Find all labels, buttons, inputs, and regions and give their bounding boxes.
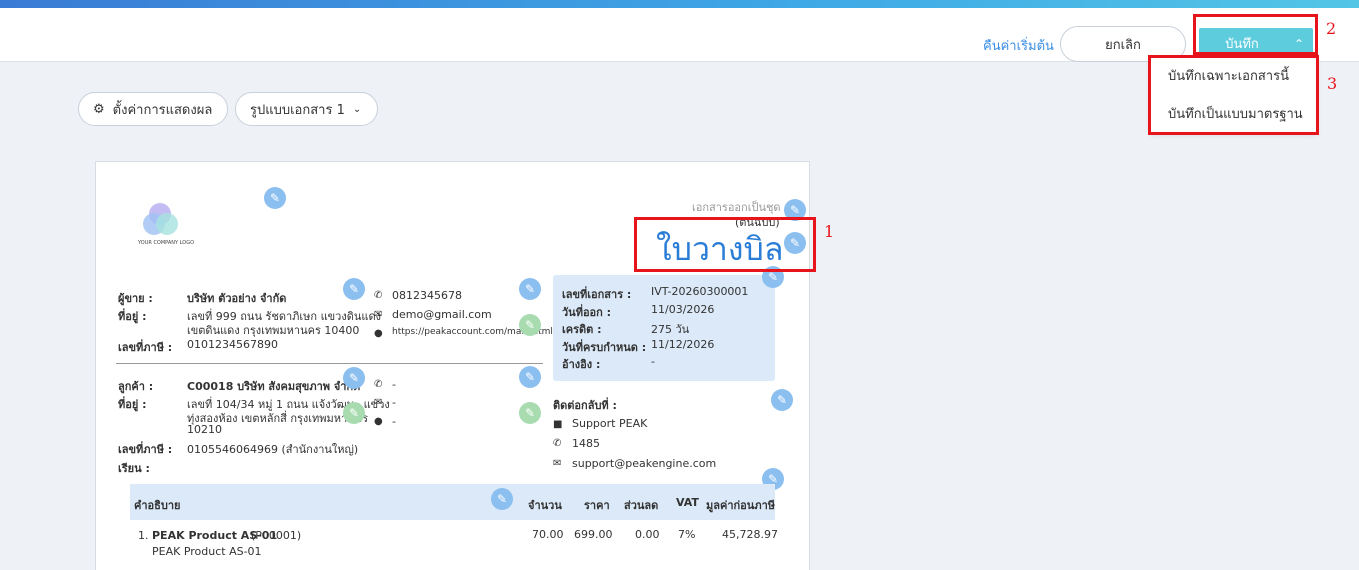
gear-icon: ⚙	[93, 101, 105, 117]
col-discount: ส่วนลด	[624, 499, 659, 512]
col-description: คำอธิบาย	[134, 499, 181, 512]
edit-customer-extra-icon[interactable]: ✎	[343, 402, 365, 424]
row-product-subname: PEAK Product AS-01	[152, 545, 262, 558]
annotation-2: 2	[1326, 19, 1337, 38]
row-price: 699.00	[574, 528, 613, 541]
edit-contact-icon[interactable]: ✎	[771, 389, 793, 411]
save-button[interactable]: บันทึก ⌃	[1199, 28, 1313, 59]
document-title: ใบวางบิล	[656, 230, 784, 268]
document-preview: YOUR COMPANY LOGO ✎ เอกสารออกเป็นชุด (ต้…	[95, 161, 810, 570]
due-date-label: วันที่ครบกำหนด :	[562, 341, 647, 354]
issue-date-label: วันที่ออก :	[562, 306, 612, 319]
phone-icon: ✆	[553, 438, 562, 449]
save-button-label[interactable]: บันทึก	[1199, 33, 1285, 54]
reference-label: อ้างอิง :	[562, 358, 601, 371]
edit-seller-icon[interactable]: ✎	[343, 278, 365, 300]
seller-phone: 0812345678	[392, 289, 462, 302]
customer-website: -	[392, 415, 396, 428]
credit-value: 275 วัน	[651, 323, 690, 336]
email-icon: ✉	[374, 309, 383, 320]
edit-title-icon[interactable]: ✎	[784, 232, 806, 254]
top-accent-bar	[0, 0, 1359, 8]
annotation-1: 1	[824, 222, 835, 241]
reset-default-link[interactable]: คืนค่าเริ่มต้น	[983, 35, 1054, 56]
contact-phone: 1485	[572, 437, 600, 450]
doc-no: IVT-20260300001	[651, 285, 749, 298]
doc-no-label: เลขที่เอกสาร :	[562, 288, 632, 301]
edit-seller-extra-icon[interactable]: ✎	[519, 314, 541, 336]
phone-icon: ✆	[374, 379, 383, 390]
customer-address-line3: 10210	[187, 423, 222, 436]
seller-name: บริษัท ตัวอย่าง จำกัด	[187, 292, 287, 305]
user-icon: ■	[553, 419, 563, 430]
issue-date: 11/03/2026	[651, 303, 715, 316]
customer-phone: -	[392, 378, 396, 391]
edit-copy-settings-icon[interactable]: ✎	[784, 199, 806, 221]
edit-seller-contact-icon[interactable]: ✎	[519, 278, 541, 300]
menu-item-save-as-default[interactable]: บันทึกเป็นแบบมาตรฐาน	[1151, 95, 1316, 131]
edit-logo-icon[interactable]: ✎	[264, 187, 286, 209]
seller-email: demo@gmail.com	[392, 308, 492, 321]
row-discount: 0.00	[635, 528, 660, 541]
template-label: รูปแบบเอกสาร 1	[250, 102, 345, 118]
seller-label: ผู้ขาย :	[118, 292, 153, 305]
menu-item-save-this-document[interactable]: บันทึกเฉพาะเอกสารนี้	[1151, 57, 1316, 93]
seller-tax-id: 0101234567890	[187, 338, 278, 351]
customer-label: ลูกค้า :	[118, 380, 154, 393]
save-dropdown-menu: บันทึกเฉพาะเอกสารนี้ บันทึกเป็นแบบมาตรฐา…	[1151, 57, 1316, 132]
chevron-up-icon[interactable]: ⌃	[1285, 37, 1313, 51]
col-amount: มูลค่าก่อนภาษี	[706, 499, 775, 512]
customer-address-label: ที่อยู่ :	[118, 398, 147, 411]
contact-name: Support PEAK	[572, 417, 648, 430]
customer-tax-label: เลขที่ภาษี :	[118, 443, 173, 456]
edit-info-icon[interactable]: ✎	[762, 266, 784, 288]
display-settings-label: ตั้งค่าการแสดงผล	[112, 102, 213, 118]
customer-name: C00018 บริษัท สังคมสุขภาพ จำกัด	[187, 380, 361, 393]
customer-email: -	[392, 396, 396, 409]
seller-tax-label: เลขที่ภาษี :	[118, 341, 173, 354]
row-amount: 45,728.97	[722, 528, 778, 541]
annotation-3: 3	[1327, 74, 1338, 93]
row-quantity: 70.00	[532, 528, 564, 541]
customer-tax-id: 0105546064969 (สำนักงานใหญ่)	[187, 443, 359, 456]
row-number: 1.	[138, 529, 149, 542]
col-vat: VAT	[676, 496, 699, 509]
logo-text: YOUR COMPANY LOGO	[138, 240, 195, 246]
credit-label: เครดิต :	[562, 323, 602, 336]
reference-value: -	[651, 355, 655, 368]
template-select[interactable]: รูปแบบเอกสาร 1 ⌄	[235, 92, 378, 126]
email-icon: ✉	[374, 397, 383, 408]
email-icon: ✉	[553, 458, 562, 469]
edit-customer-contact-icon[interactable]: ✎	[519, 366, 541, 388]
top-action-bar: คืนค่าเริ่มต้น ยกเลิก บันทึก ⌃	[0, 8, 1359, 62]
globe-icon: ●	[374, 328, 383, 339]
display-settings-button[interactable]: ⚙ ตั้งค่าการแสดงผล	[78, 92, 228, 126]
contact-label: ติดต่อกลับที่ :	[553, 399, 617, 412]
phone-icon: ✆	[374, 290, 383, 301]
globe-icon: ●	[374, 416, 383, 427]
company-logo: YOUR COMPANY LOGO	[136, 200, 196, 250]
due-date: 11/12/2026	[651, 338, 715, 351]
seller-address-line2: เขตดินแดง กรุงเทพมหานคร 10400	[187, 324, 360, 337]
section-divider	[116, 363, 543, 364]
row-product-code: (P00001)	[251, 529, 302, 542]
edit-customer-icon[interactable]: ✎	[343, 367, 365, 389]
customer-attention-label: เรียน :	[118, 462, 150, 475]
row-vat: 7%	[678, 528, 696, 541]
chevron-down-icon: ⌄	[352, 103, 362, 115]
seller-address-label: ที่อยู่ :	[118, 310, 147, 323]
edit-table-icon[interactable]: ✎	[491, 488, 513, 510]
edit-customer-contact-extra-icon[interactable]: ✎	[519, 402, 541, 424]
col-price: ราคา	[584, 499, 610, 512]
col-quantity: จำนวน	[528, 499, 562, 512]
contact-email: support@peakengine.com	[572, 457, 717, 470]
